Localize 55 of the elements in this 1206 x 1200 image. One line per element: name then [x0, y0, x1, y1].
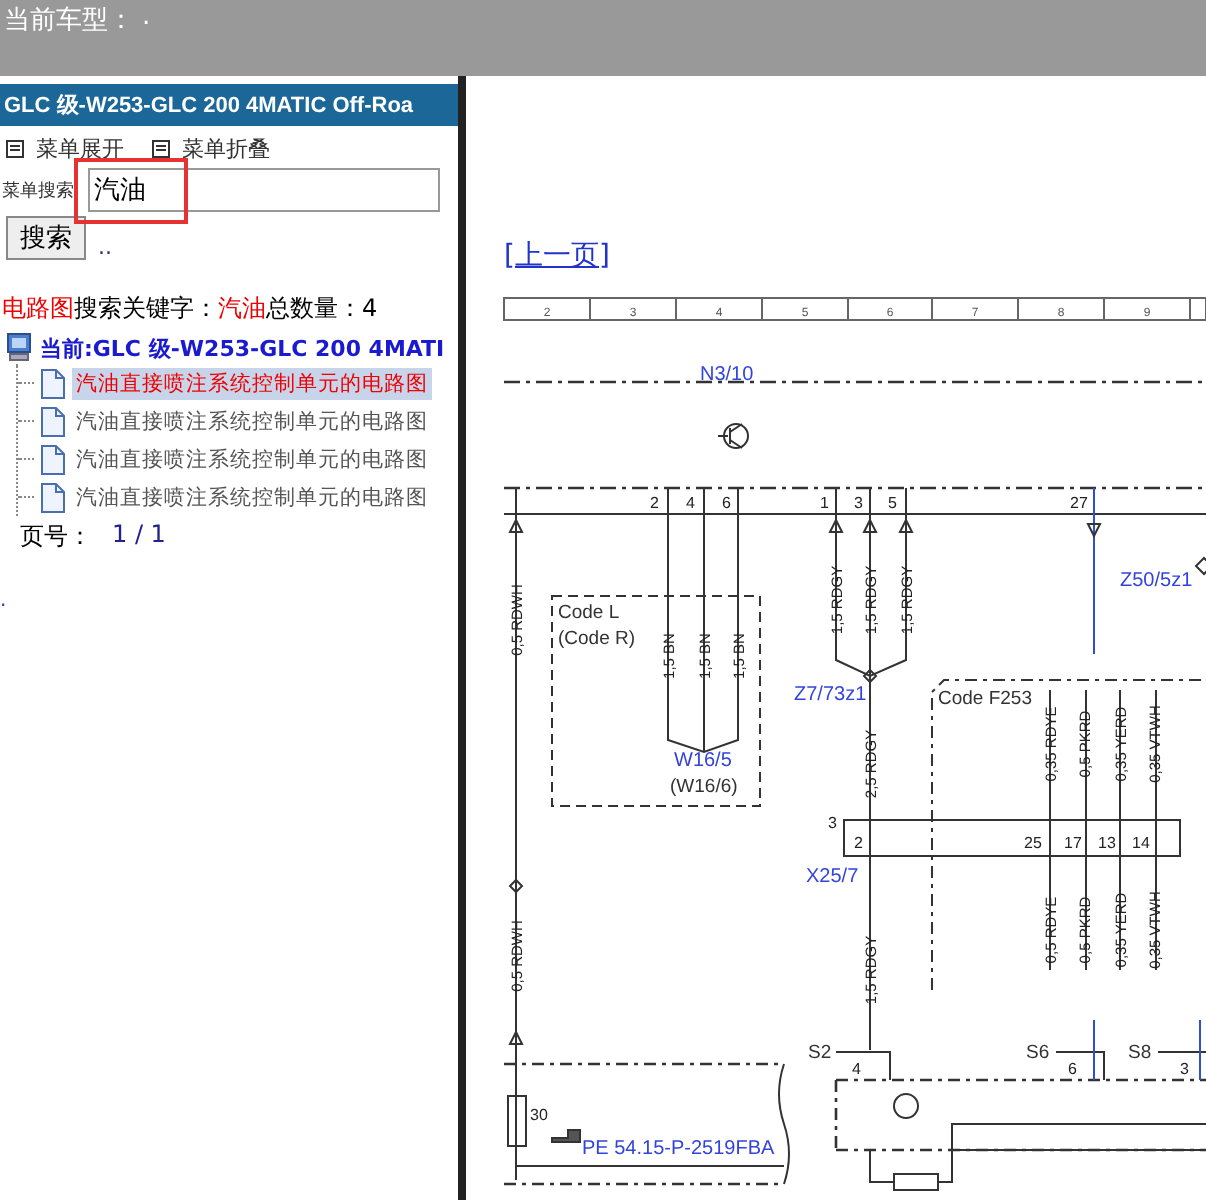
document-icon [40, 443, 66, 475]
pin-number: 5 [888, 494, 897, 512]
pin-number: 6 [1068, 1060, 1077, 1078]
tree-item-link[interactable]: 汽油直接喷注系统控制单元的电路图 [72, 405, 432, 437]
page-number-label: 页号： [20, 520, 92, 554]
menu-toggle-link[interactable]: 菜单折叠 [182, 134, 270, 164]
stray-dot-text: . [0, 590, 9, 612]
component-label: Z7/73z1 [794, 684, 867, 706]
menu-list-icon [6, 140, 24, 158]
note-label: S6 [1026, 1042, 1050, 1064]
note-label: Code L [558, 602, 620, 624]
pin-number: 25 [1024, 834, 1042, 852]
document-icon [40, 481, 66, 513]
note-label: S8 [1128, 1042, 1152, 1064]
search-field[interactable]: 汽油 [88, 168, 440, 212]
search-summary: 电路图搜索关键字：汽油总数量：4 [0, 292, 380, 326]
component-label: X25/7 [806, 866, 859, 888]
pin-number: 3 [828, 814, 837, 832]
pin-number: 6 [722, 494, 731, 512]
component-label: N3/10 [700, 364, 754, 386]
search-label: 菜单搜索 [2, 179, 76, 203]
ellipsis-text: .. [98, 234, 112, 260]
pin-number: 30 [530, 1106, 548, 1124]
pin-number: 17 [1064, 834, 1082, 852]
tree-root-link[interactable]: 当前:GLC 级-W253-GLC 200 4MATI [40, 333, 445, 363]
pin-number: 27 [1070, 494, 1088, 512]
note-label: Code F253 [938, 688, 1033, 710]
current-model-value: . [142, 2, 151, 36]
pin-number: 1 [820, 494, 829, 512]
pin-number: 13 [1098, 834, 1116, 852]
document-icon [40, 367, 66, 399]
menu-list-icon [152, 140, 170, 158]
current-model-label: 当前车型： [4, 4, 134, 40]
component-label: Z50/5z1 [1120, 570, 1193, 592]
search-button[interactable]: 搜索 [6, 216, 86, 260]
pin-number: 14 [1132, 834, 1150, 852]
tree-item-link[interactable]: 汽油直接喷注系统控制单元的电路图 [72, 443, 432, 475]
computer-icon [4, 332, 36, 364]
note-label: S2 [808, 1042, 832, 1064]
component-label: W16/5 [674, 750, 732, 772]
pin-number: 4 [852, 1060, 861, 1078]
document-icon [40, 405, 66, 437]
menu-toggle-link[interactable]: 菜单展开 [36, 134, 124, 164]
note-label: (W16/6) [670, 776, 738, 798]
sidebar-title: GLC 级-W253-GLC 200 4MATIC Off-Roa [0, 84, 458, 126]
pin-number: 3 [854, 494, 863, 512]
pin-number: 3 [1180, 1060, 1189, 1078]
tree-item-link[interactable]: 汽油直接喷注系统控制单元的电路图 [72, 481, 432, 513]
previous-page-link[interactable]: [上一页] [504, 238, 610, 274]
component-label: PE 54.15-P-2519FBA [582, 1138, 775, 1160]
page-number-value: 1 / 1 [112, 520, 166, 552]
pin-number: 2 [650, 494, 659, 512]
pin-number: 2 [854, 834, 863, 852]
note-label: (Code R) [558, 628, 636, 650]
pin-number: 4 [686, 494, 695, 512]
